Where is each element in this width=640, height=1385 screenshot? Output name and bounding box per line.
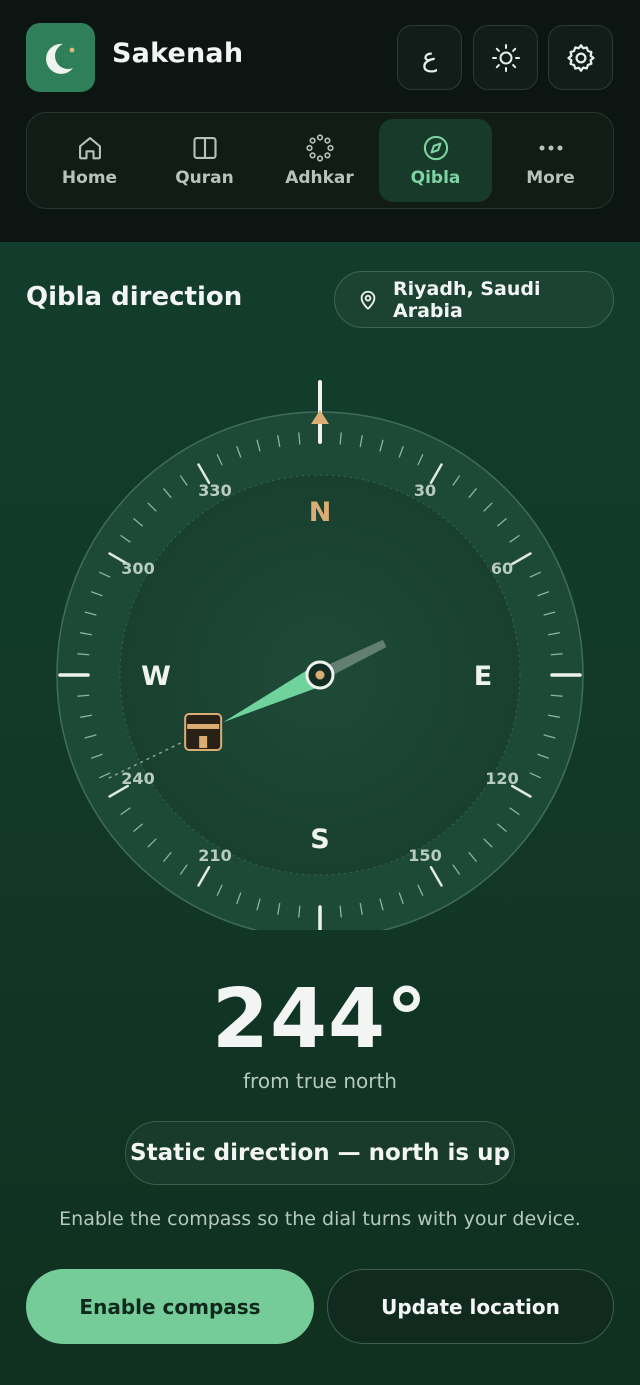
degree-label-300: 300 [121, 559, 154, 578]
needle-hub-dot [315, 670, 325, 680]
degree-label-150: 150 [408, 846, 441, 865]
update-location-button[interactable]: Update location [327, 1269, 614, 1344]
cardinal-south: S [310, 824, 329, 855]
language-button[interactable]: ع [397, 25, 462, 90]
gear-icon [566, 43, 595, 72]
location-button[interactable]: Riyadh, Saudi Arabia [334, 271, 614, 328]
crescent-moon-icon [45, 43, 74, 74]
nav-label-more: More [526, 167, 575, 188]
qibla-panel: Qibla direction Riyadh, Saudi Arabia 30 … [0, 242, 640, 1385]
app-header: Sakenah ع Home Quran Adhkar Qibla More [0, 0, 640, 242]
cardinal-west: W [141, 661, 171, 692]
language-label: ع [421, 42, 438, 73]
degree-label-210: 210 [198, 846, 231, 865]
compass-mode-badge: Static direction — north is up [125, 1121, 515, 1185]
compass-hint: Enable the compass so the dial turns wit… [59, 1208, 581, 1230]
theme-toggle-button[interactable] [473, 25, 538, 90]
compass-dial: 30 60 120 150 210 240 300 330 N E S W [56, 380, 584, 930]
enable-compass-label: Enable compass [79, 1294, 261, 1319]
degree-label-240: 240 [121, 769, 154, 788]
sun-icon [491, 43, 520, 72]
bearing-caption: from true north [243, 1069, 397, 1093]
prayer-beads-icon [305, 133, 334, 162]
nav-label-quran: Quran [175, 167, 234, 188]
nav-label-home: Home [61, 167, 118, 188]
cardinal-north: N [309, 497, 332, 528]
book-icon [192, 136, 217, 159]
page-title: Qibla direction [26, 282, 243, 312]
update-location-label: Update location [381, 1294, 560, 1319]
location-pin-icon [360, 290, 376, 310]
degree-label-30: 30 [414, 481, 436, 500]
nav-label-qibla: Qibla [410, 167, 461, 188]
location-label: Riyadh, Saudi Arabia [393, 277, 541, 322]
nav-item-more[interactable]: More [494, 119, 607, 202]
nav-item-adhkar[interactable]: Adhkar [263, 119, 376, 202]
compass-icon [423, 135, 448, 160]
enable-compass-button[interactable]: Enable compass [26, 1269, 314, 1344]
compass-mode-label: Static direction — north is up [130, 1140, 510, 1166]
qibla-bearing-value: 244° [211, 972, 429, 1067]
settings-button[interactable] [548, 25, 613, 90]
cardinal-east: E [474, 661, 492, 692]
nav-item-qibla[interactable]: Qibla [379, 119, 492, 202]
more-dots-icon [539, 145, 562, 150]
app-logo [26, 23, 95, 92]
nav-item-home[interactable]: Home [33, 119, 146, 202]
degree-label-330: 330 [198, 481, 231, 500]
app-name: Sakenah [112, 38, 244, 69]
nav-label-adhkar: Adhkar [285, 167, 354, 188]
home-icon [78, 136, 101, 159]
degree-label-60: 60 [491, 559, 513, 578]
degree-label-120: 120 [485, 769, 518, 788]
nav-item-quran[interactable]: Quran [148, 119, 261, 202]
main-nav: Home Quran Adhkar Qibla More [26, 112, 614, 209]
kaaba-icon [184, 712, 223, 751]
